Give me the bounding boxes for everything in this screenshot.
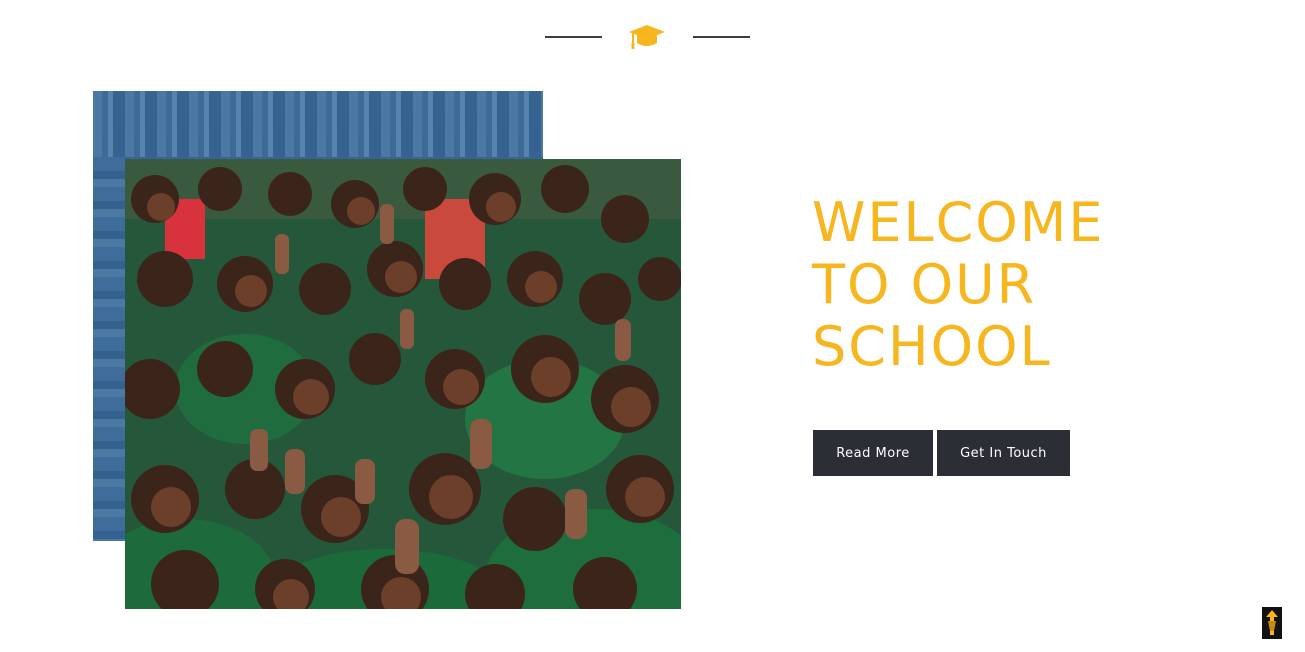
schoolchildren-thumbs-up-photo (125, 159, 681, 609)
header-divider-left (545, 36, 602, 38)
welcome-title-line-2: TO OUR (812, 253, 1037, 316)
get-in-touch-button[interactable]: Get In Touch (937, 430, 1070, 476)
scroll-to-top-button[interactable] (1262, 607, 1282, 639)
header-divider-right (693, 36, 750, 38)
welcome-title-line-1: WELCOME (812, 191, 1105, 254)
welcome-title: WELCOME TO OUR SCHOOL (812, 192, 1132, 378)
read-more-button[interactable]: Read More (813, 430, 933, 476)
graduation-cap-icon (629, 25, 665, 49)
pen-nib-up-icon (1266, 610, 1278, 635)
welcome-title-line-3: SCHOOL (812, 315, 1052, 378)
